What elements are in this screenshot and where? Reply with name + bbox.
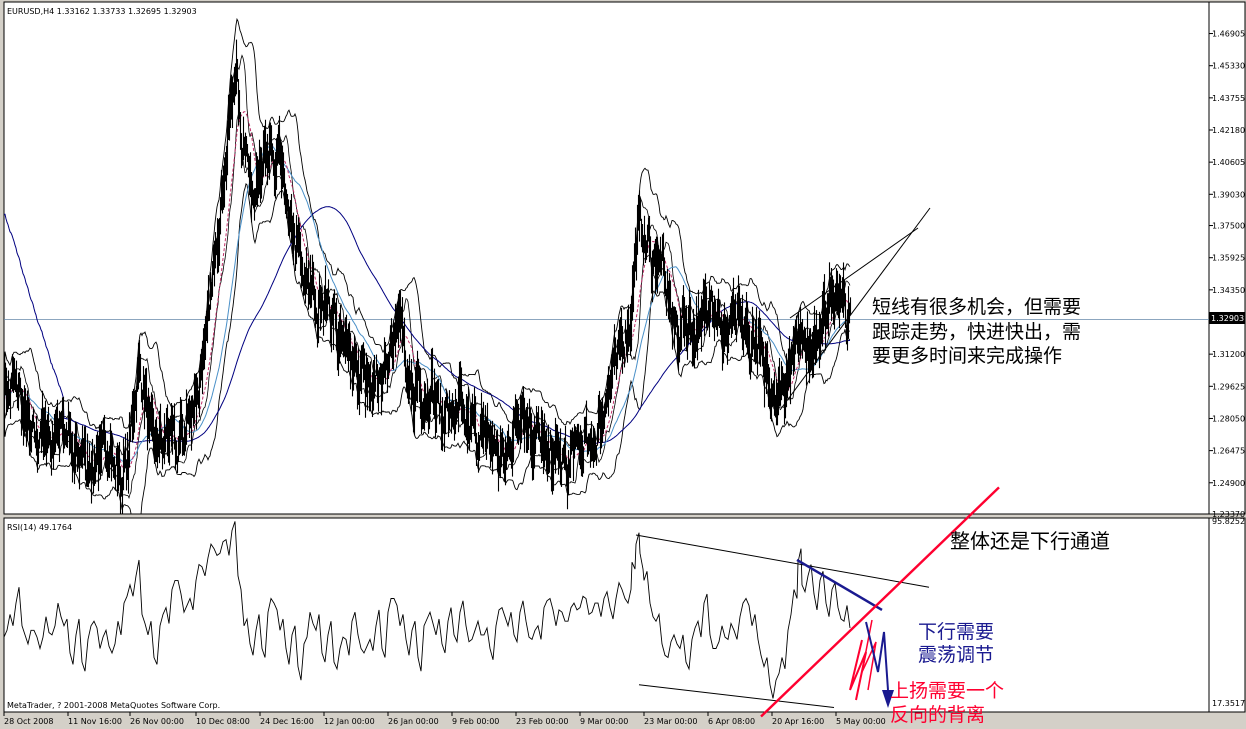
y-tick-label: 1.29625 bbox=[1212, 382, 1245, 391]
annotation-down-line1: 下行需要 bbox=[918, 621, 994, 643]
annotation-up-line2: 反向的背离 bbox=[890, 704, 985, 726]
mt4-chart-window: 1.46905 1.45330 1.43755 1.42180 1.40605 1.390… bbox=[3, 1, 1246, 726]
y-tick-label: 1.45330 bbox=[1212, 62, 1245, 71]
main-chart-title: EURUSD,H4 1.33162 1.33733 1.32695 1.3290… bbox=[7, 7, 197, 16]
y-tick-label: 1.40605 bbox=[1212, 158, 1245, 167]
x-tick-label: 28 Oct 2008 bbox=[4, 717, 53, 726]
footer-copyright: MetaTrader, ? 2001-2008 MetaQuotes Softw… bbox=[7, 701, 220, 710]
y-tick-label: 1.26475 bbox=[1212, 447, 1245, 456]
x-tick-label: 23 Mar 00:00 bbox=[644, 717, 697, 726]
x-tick-label: 9 Feb 00:00 bbox=[452, 717, 499, 726]
y-tick-label: 1.37500 bbox=[1212, 222, 1245, 231]
y-tick-label: 1.43755 bbox=[1212, 94, 1245, 103]
rsi-title: RSI(14) 49.1764 bbox=[7, 523, 72, 532]
annotation-top-line1: 短线有很多机会，但需要 bbox=[872, 296, 1081, 318]
rsi-y-tick-label: 17.3517 bbox=[1212, 699, 1245, 708]
annotation-down-line2: 震荡调节 bbox=[918, 644, 994, 666]
y-tick-label: 1.34350 bbox=[1212, 286, 1245, 295]
y-tick-label: 1.35925 bbox=[1212, 254, 1245, 263]
annotation-channel: 整体还是下行通道 bbox=[950, 529, 1110, 553]
x-tick-label: 26 Jan 00:00 bbox=[388, 717, 439, 726]
x-tick-label: 5 May 00:00 bbox=[836, 717, 886, 726]
x-tick-label: 12 Jan 00:00 bbox=[324, 717, 375, 726]
x-tick-label: 20 Apr 16:00 bbox=[772, 717, 824, 726]
x-tick-label: 9 Mar 00:00 bbox=[580, 717, 628, 726]
y-tick-label: 1.39030 bbox=[1212, 190, 1245, 199]
annotation-up-line1: 上扬需要一个 bbox=[890, 680, 1004, 702]
y-tick-label: 1.42180 bbox=[1212, 126, 1245, 135]
annotation-top-line2: 跟踪走势，快进快出，需 bbox=[872, 321, 1081, 343]
y-tick-label: 1.28050 bbox=[1212, 414, 1245, 423]
x-tick-label: 10 Dec 08:00 bbox=[196, 717, 250, 726]
rsi-axis bbox=[1208, 517, 1246, 713]
current-price-label: 1.32903 bbox=[1211, 314, 1244, 323]
rsi-y-tick-label: 95.8252 bbox=[1212, 517, 1245, 526]
x-tick-label: 23 Feb 00:00 bbox=[516, 717, 568, 726]
x-tick-label: 24 Dec 16:00 bbox=[260, 717, 314, 726]
y-tick-label: 1.24900 bbox=[1212, 479, 1245, 488]
x-tick-label: 6 Apr 08:00 bbox=[708, 717, 755, 726]
y-tick-label: 1.46905 bbox=[1212, 30, 1245, 39]
x-axis-labels: 28 Oct 2008 11 Nov 16:00 26 Nov 00:00 10 De… bbox=[3, 712, 886, 726]
x-tick-label: 26 Nov 00:00 bbox=[130, 717, 184, 726]
annotation-top-line3: 要更多时间来完成操作 bbox=[872, 345, 1062, 367]
y-tick-label: 1.31200 bbox=[1212, 350, 1245, 359]
x-tick-label: 11 Nov 16:00 bbox=[68, 717, 122, 726]
